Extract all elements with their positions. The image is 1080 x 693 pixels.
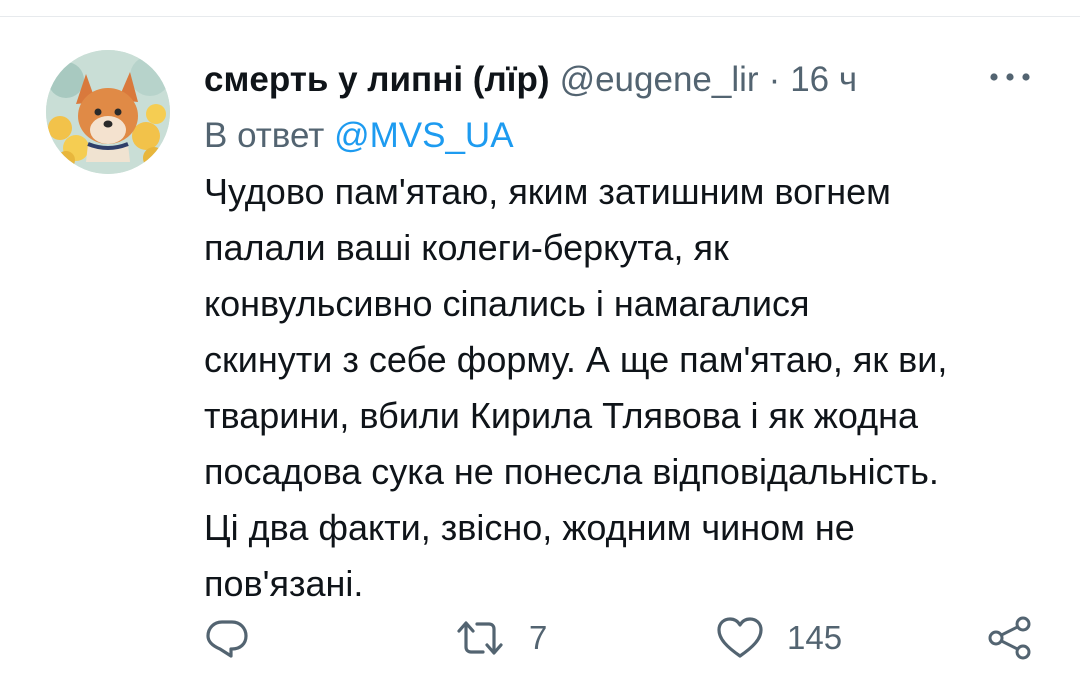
retweet-count: 7 (529, 619, 548, 656)
more-options-button[interactable] (984, 62, 1036, 92)
tweet-header: смерть у липні (лїр) @eugene_lir · 16 ч (204, 56, 857, 104)
more-dots-icon (988, 72, 1032, 82)
reply-to-mention[interactable]: @MVS_UA (334, 116, 513, 155)
reply-to-line: В ответ @MVS_UA (204, 112, 514, 160)
tweet[interactable]: смерть у липні (лїр) @eugene_lir · 16 ч … (0, 0, 1080, 693)
share-button[interactable] (985, 610, 1035, 666)
retweet-icon (453, 615, 507, 661)
avatar[interactable] (46, 50, 170, 174)
tweet-text-line: палали ваші колеги-беркута, як (204, 227, 729, 268)
heart-icon (715, 615, 765, 661)
tweet-text-line: пов'язані. (204, 563, 364, 604)
author-display-name[interactable]: смерть у липні (лїр) (204, 56, 550, 104)
tweet-timestamp[interactable]: 16 ч (790, 56, 857, 104)
reply-icon (204, 615, 250, 661)
author-handle[interactable]: @eugene_lir (560, 56, 759, 104)
share-icon (985, 615, 1035, 661)
tweet-text-line: посадова сука не понесла відповідальніст… (204, 451, 939, 492)
tweet-text: Чудово пам'ятаю, яким затишним вогнем па… (204, 164, 1044, 612)
like-count: 145 (787, 619, 843, 656)
tweet-text-line: Ці два факти, звісно, жодним чином не (204, 507, 855, 548)
tweet-text-line: тварини, вбили Кирила Тлявова і як жодна (204, 395, 918, 436)
reply-to-prefix: В ответ (204, 116, 325, 155)
tweet-actions-bar: 7 145 (0, 610, 1080, 666)
avatar-image (46, 50, 170, 174)
retweet-button[interactable]: 7 (453, 610, 547, 666)
tweet-text-line: конвульсивно сіпались і намагалися (204, 283, 810, 324)
tweet-text-line: Чудово пам'ятаю, яким затишним вогнем (204, 171, 891, 212)
reply-button[interactable] (204, 610, 250, 666)
separator-dot: · (768, 60, 781, 99)
like-button[interactable]: 145 (715, 610, 842, 666)
tweet-text-line: скинути з себе форму. А ще пам'ятаю, як … (204, 339, 948, 380)
